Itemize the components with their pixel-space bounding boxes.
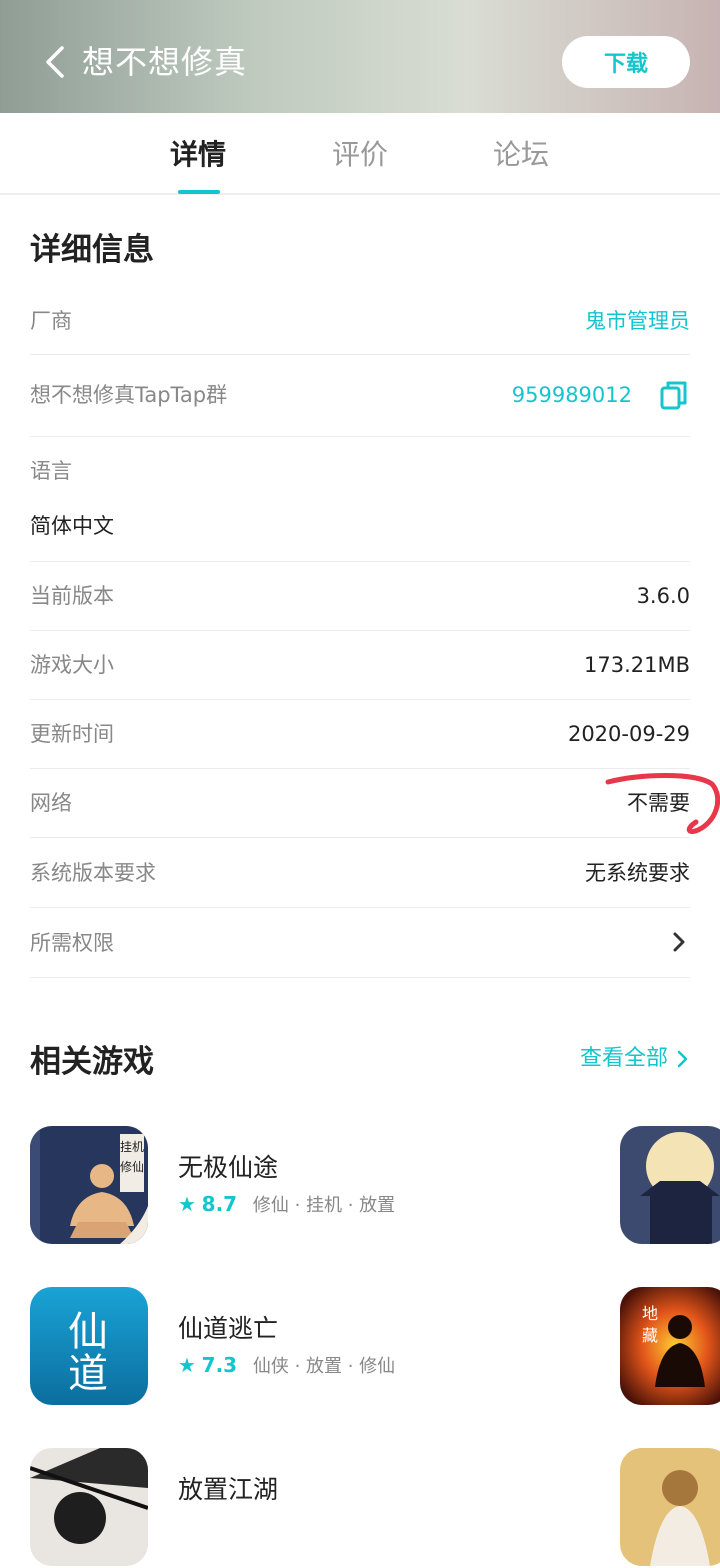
game-name: 仙道逃亡: [178, 1314, 279, 1343]
game-card-wujixiantu[interactable]: 挂机 修仙 无极仙途 ★ 8.7 修仙 · 挂机 · 放置: [30, 1126, 720, 1246]
details-section-title: 详细信息: [30, 232, 154, 268]
tab-forum[interactable]: 论坛: [493, 135, 549, 175]
permissions-label: 所需权限: [30, 931, 114, 955]
os-value: 无系统要求: [585, 861, 690, 885]
tab-bar: 详情 评价 论坛: [0, 113, 720, 195]
updated-label: 更新时间: [30, 722, 114, 746]
svg-text:修仙: 修仙: [120, 1159, 144, 1174]
network-label: 网络: [30, 791, 72, 815]
size-value: 173.21MB: [583, 653, 690, 677]
version-value: 3.6.0: [636, 584, 690, 608]
updated-value: 2020-09-29: [567, 722, 690, 746]
game-score: 8.7: [201, 1192, 238, 1216]
side-game-icon-1[interactable]: [620, 1126, 720, 1244]
language-row: 语言 简体中文: [30, 436, 690, 562]
size-row: 游戏大小 173.21MB: [30, 630, 690, 700]
game-card-xiandaotaowang[interactable]: 仙 道 仙道逃亡 ★ 7.3 仙侠 · 放置 · 修仙: [30, 1287, 720, 1407]
network-row: 网络 不需要: [30, 768, 690, 838]
related-section-title: 相关游戏: [30, 1044, 154, 1080]
game-icon-wujixiantu[interactable]: 挂机 修仙: [30, 1126, 148, 1244]
chevron-right-icon[interactable]: [668, 928, 690, 956]
permissions-row[interactable]: 所需权限: [30, 907, 690, 978]
tab-details[interactable]: 详情: [170, 135, 226, 175]
vendor-link[interactable]: 鬼市管理员: [585, 306, 690, 336]
vendor-label: 厂商: [30, 309, 72, 333]
game-tags: 仙侠 · 放置 · 修仙: [252, 1356, 396, 1377]
tab-indicator: [178, 190, 220, 194]
red-circle-annotation: [605, 773, 720, 835]
side-game-icon-2[interactable]: 地 藏: [620, 1287, 720, 1405]
game-score: 7.3: [201, 1353, 238, 1377]
star-icon: ★: [178, 1353, 196, 1377]
page-title: 想不想修真: [82, 43, 248, 81]
group-label: 想不想修真TapTap群: [30, 383, 228, 407]
game-meta: ★ 8.7 修仙 · 挂机 · 放置: [178, 1190, 395, 1220]
language-label: 语言: [30, 459, 72, 483]
game-card-fangzhijianghu[interactable]: 放置江湖: [30, 1448, 720, 1568]
back-arrow-icon[interactable]: [36, 40, 76, 84]
tab-reviews[interactable]: 评价: [332, 135, 388, 175]
svg-text:道: 道: [68, 1351, 108, 1397]
group-number[interactable]: 959989012: [512, 380, 632, 410]
svg-text:仙: 仙: [68, 1309, 108, 1355]
game-tags: 修仙 · 挂机 · 放置: [252, 1195, 396, 1216]
app-header: 想不想修真 下载: [0, 0, 720, 113]
chevron-right-icon: [677, 1050, 688, 1068]
version-label: 当前版本: [30, 584, 114, 608]
game-name: 放置江湖: [178, 1475, 279, 1504]
size-label: 游戏大小: [30, 653, 114, 677]
download-button[interactable]: 下载: [562, 36, 690, 88]
svg-text:藏: 藏: [642, 1326, 658, 1345]
version-row: 当前版本 3.6.0: [30, 561, 690, 631]
game-icon-label: 挂机: [120, 1140, 144, 1154]
copy-icon[interactable]: [658, 379, 690, 411]
side-icon-label: 地: [642, 1304, 658, 1323]
game-name: 无极仙途: [178, 1153, 279, 1182]
see-all-link[interactable]: 查看全部: [580, 1042, 690, 1076]
os-label: 系统版本要求: [30, 861, 156, 885]
star-icon: ★: [178, 1192, 196, 1216]
see-all-label: 查看全部: [579, 1046, 668, 1071]
language-value: 简体中文: [30, 514, 114, 538]
side-game-icon-3[interactable]: [620, 1448, 720, 1566]
group-row: 想不想修真TapTap群 959989012: [30, 354, 690, 437]
os-row: 系统版本要求 无系统要求: [30, 837, 690, 908]
game-icon-fangzhijianghu[interactable]: [30, 1448, 148, 1566]
game-meta: ★ 7.3 仙侠 · 放置 · 修仙: [178, 1351, 395, 1381]
game-icon-xiandaotaowang[interactable]: 仙 道: [30, 1287, 148, 1405]
vendor-row: 厂商 鬼市管理员: [30, 290, 690, 355]
updated-row: 更新时间 2020-09-29: [30, 699, 690, 769]
